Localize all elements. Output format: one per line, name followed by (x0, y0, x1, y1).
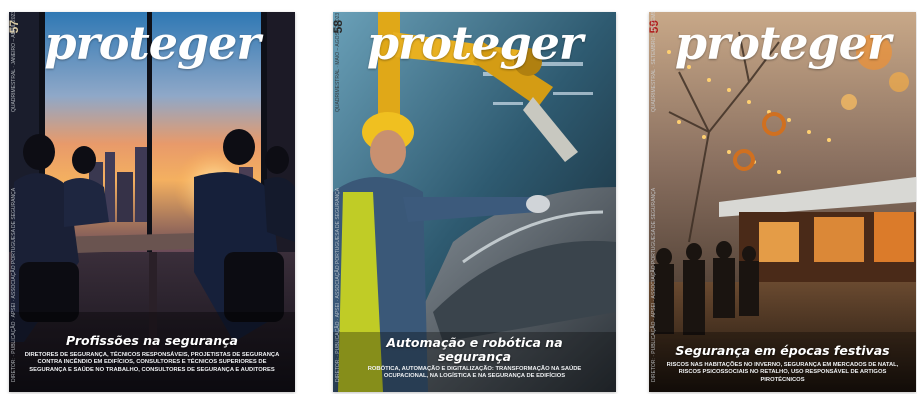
magazine-cover-59[interactable]: proteger 59 QUADRIMESTRAL · SETEMBRO – D… (649, 12, 916, 392)
cover-subtitle: DIRETORES DE SEGURANÇA, TÉCNICOS RESPONS… (24, 352, 280, 373)
cover-subtitle: RISCOS NAS HABITAÇÕES NO INVERNO, SEGURA… (666, 362, 899, 383)
magazine-masthead: proteger (44, 16, 260, 70)
issue-date-line: QUADRIMESTRAL · MAIO – AGOSTO 2023 (335, 12, 341, 112)
magazine-masthead: proteger (366, 16, 583, 70)
magazine-cover-58[interactable]: proteger 58 QUADRIMESTRAL · MAIO – AGOST… (333, 12, 616, 392)
publisher-line: DIRETOR: · PUBLICAÇÃO · APSEI · ASSOCIAÇ… (11, 187, 17, 382)
cover-headline: Profissões na segurança (66, 333, 238, 348)
cover-headline: Automação e robótica na segurança (386, 335, 563, 364)
issue-date-line: QUADRIMESTRAL · JANEIRO – ABRIL 2023 (11, 12, 17, 112)
magazine-masthead: proteger (674, 16, 891, 70)
cover-headline: Segurança em épocas festivas (675, 343, 890, 358)
issue-date-line: QUADRIMESTRAL · SETEMBRO – DEZEMBRO 2023 (651, 12, 657, 112)
publisher-line: DIRETOR: · PUBLICAÇÃO · APSEI · ASSOCIAÇ… (651, 187, 657, 382)
magazine-cover-57[interactable]: proteger 57 QUADRIMESTRAL · JANEIRO – AB… (9, 12, 295, 392)
cover-subtitle: ROBÓTICA, AUTOMAÇÃO E DIGITALIZAÇÃO: TRA… (367, 366, 582, 380)
